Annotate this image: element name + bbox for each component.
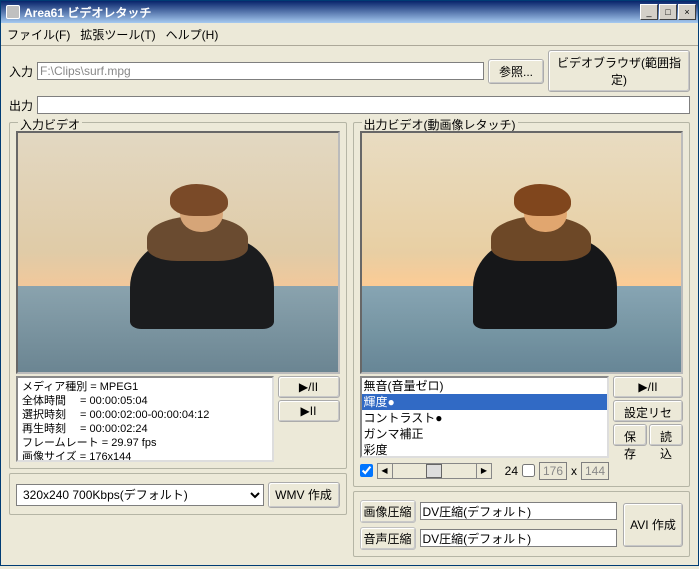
input-video-preview	[16, 131, 340, 374]
window-title: Area61 ビデオレタッチ	[24, 4, 151, 21]
input-label: 入力	[9, 63, 33, 80]
slider-left-arrow-icon[interactable]: ◀	[377, 463, 393, 479]
menu-ext-tools[interactable]: 拡張ツール(T)	[80, 26, 155, 43]
slider-value: 24	[496, 464, 518, 478]
menubar: ファイル(F) 拡張ツール(T) ヘルプ(H)	[1, 23, 698, 46]
audio-compress-button[interactable]: 音声圧縮	[360, 527, 416, 550]
effect-item[interactable]: 無音(音量ゼロ)	[362, 378, 608, 394]
effect-enable-checkbox[interactable]	[360, 464, 373, 477]
output-path-field[interactable]	[37, 96, 690, 114]
avi-create-button[interactable]: AVI 作成	[623, 503, 683, 547]
close-button[interactable]: ×	[678, 4, 696, 20]
minimize-button[interactable]: _	[640, 4, 658, 20]
effect-item[interactable]: コントラスト●	[362, 410, 608, 426]
resize-enable-checkbox[interactable]	[522, 464, 535, 477]
avi-group: 画像圧縮 音声圧縮 AVI 作成	[353, 491, 691, 557]
input-metadata: メディア種別 = MPEG1 全体時間 = 00:00:05:04 選択時刻 =…	[16, 376, 274, 462]
output-video-group: 出力ビデオ(動画像レタッチ) 無音(音量ゼロ) 輝度●	[353, 122, 691, 487]
output-video-preview	[360, 131, 684, 374]
resize-width-field[interactable]	[539, 462, 567, 480]
menu-help[interactable]: ヘルプ(H)	[166, 26, 219, 43]
wmv-preset-select[interactable]: 320x240 700Kbps(デフォルト)	[16, 484, 264, 506]
step-frame-button[interactable]: ▶II	[278, 400, 340, 422]
wmv-group: 320x240 700Kbps(デフォルト) WMV 作成	[9, 473, 347, 515]
menu-file[interactable]: ファイル(F)	[7, 26, 70, 43]
output-play-pause-button[interactable]: ▶/II	[613, 376, 683, 398]
app-icon	[6, 5, 20, 19]
image-compress-button[interactable]: 画像圧縮	[360, 500, 416, 523]
video-browser-button[interactable]: ビデオブラウザ(範囲指定)	[548, 50, 690, 92]
slider-right-arrow-icon[interactable]: ▶	[476, 463, 492, 479]
image-compress-value[interactable]	[420, 502, 618, 520]
effect-item[interactable]: 彩度	[362, 442, 608, 458]
save-settings-button[interactable]: 保存	[613, 424, 647, 446]
load-settings-button[interactable]: 読込	[649, 424, 683, 446]
effect-item[interactable]: ガンマ補正	[362, 426, 608, 442]
reset-settings-button[interactable]: 設定リセット	[613, 400, 683, 422]
dim-x-label: x	[571, 464, 577, 478]
output-label: 出力	[9, 97, 33, 114]
slider-thumb[interactable]	[426, 464, 442, 478]
titlebar: Area61 ビデオレタッチ _ □ ×	[1, 1, 698, 23]
input-path-field[interactable]	[37, 62, 484, 80]
resize-height-field[interactable]	[581, 462, 609, 480]
play-pause-button[interactable]: ▶/II	[278, 376, 340, 398]
maximize-button[interactable]: □	[659, 4, 677, 20]
browse-button[interactable]: 参照...	[488, 59, 544, 84]
effects-list[interactable]: 無音(音量ゼロ) 輝度● コントラスト● ガンマ補正 彩度 2値化	[360, 376, 610, 458]
wmv-create-button[interactable]: WMV 作成	[268, 482, 340, 508]
input-video-group: 入力ビデオ メディア種別 = MPEG1 全体時間 = 00:00:05:04 …	[9, 122, 347, 469]
audio-compress-value[interactable]	[420, 529, 618, 547]
effect-slider[interactable]: ◀ ▶	[377, 463, 493, 479]
effect-item-selected[interactable]: 輝度●	[362, 394, 608, 410]
